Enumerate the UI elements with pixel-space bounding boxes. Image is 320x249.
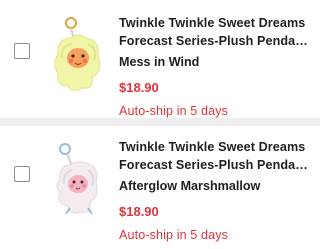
variant-label: Mess in Wind bbox=[119, 55, 200, 69]
variant-label: Afterglow Marshmallow bbox=[119, 179, 261, 193]
price: $18.90 bbox=[119, 80, 159, 95]
select-checkbox[interactable] bbox=[14, 166, 30, 182]
product-image[interactable] bbox=[48, 138, 110, 224]
cart-item: Twinkle Twinkle Sweet Dreams Forecast Se… bbox=[0, 0, 320, 118]
autoship-label[interactable]: Auto-ship in 5 days bbox=[119, 227, 314, 243]
product-title-line2[interactable]: Forecast Series-Plush Pendant Blind Box bbox=[119, 156, 314, 174]
cart-item: Twinkle Twinkle Sweet Dreams Forecast Se… bbox=[0, 126, 320, 249]
product-title-line1[interactable]: Twinkle Twinkle Sweet Dreams bbox=[119, 14, 314, 32]
plush-pendant-icon bbox=[54, 17, 101, 92]
product-title-line2[interactable]: Forecast Series-Plush Pendant Blind Box bbox=[119, 32, 314, 50]
plush-pendant-icon bbox=[56, 143, 98, 215]
autoship-label[interactable]: Auto-ship in 5 days bbox=[119, 103, 314, 119]
product-info: Twinkle Twinkle Sweet Dreams Forecast Se… bbox=[119, 14, 314, 119]
product-image[interactable] bbox=[48, 14, 110, 100]
product-info: Twinkle Twinkle Sweet Dreams Forecast Se… bbox=[119, 138, 314, 243]
select-checkbox[interactable] bbox=[14, 43, 30, 59]
price: $18.90 bbox=[119, 204, 159, 219]
product-title-line1[interactable]: Twinkle Twinkle Sweet Dreams bbox=[119, 138, 314, 156]
